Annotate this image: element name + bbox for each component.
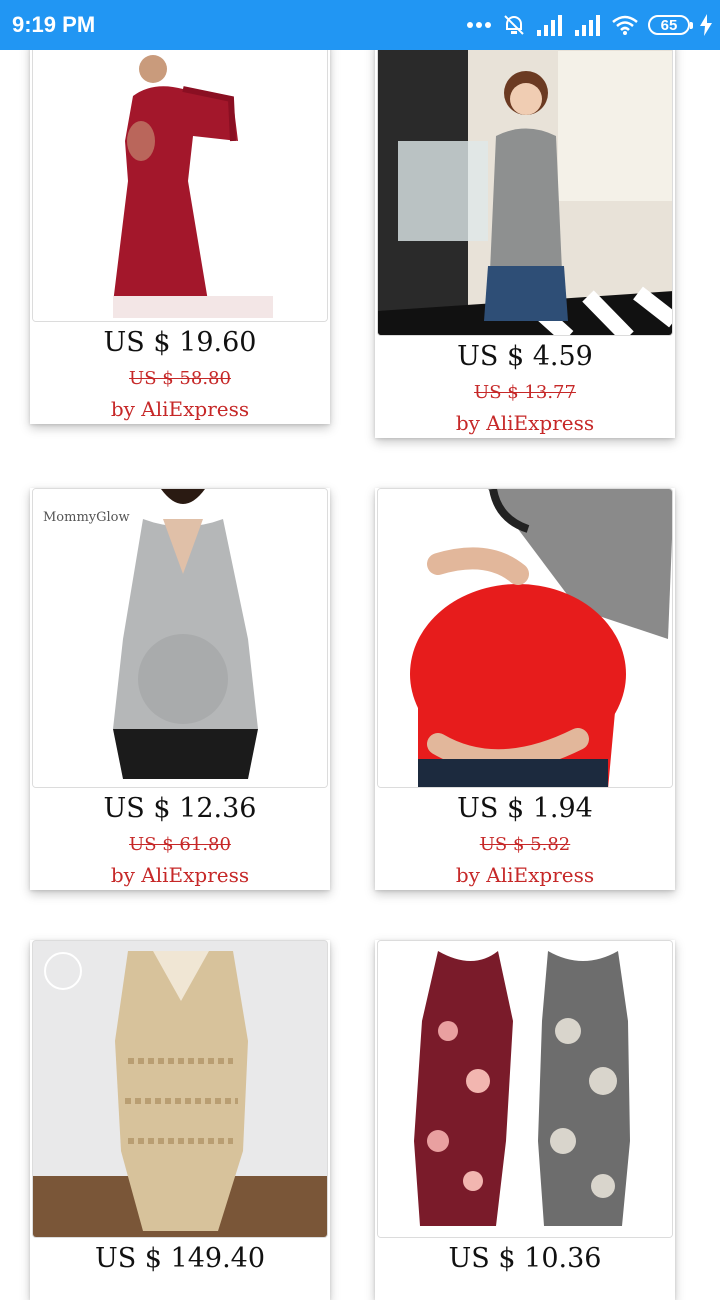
product-seller: by AliExpress [455,863,595,887]
product-image[interactable] [377,940,673,1238]
product-card[interactable]: MommyGlow US $ 12.36 US $ 61.80 by AliEx… [30,488,330,890]
alarm-off-icon [504,15,524,35]
product-card[interactable]: US $ 4.59 US $ 13.77 by AliExpress [375,40,675,438]
product-seller: by AliExpress [110,863,250,887]
product-image[interactable] [377,40,673,336]
battery-indicator: 65 [648,15,693,35]
signal-icon-2 [575,15,600,36]
more-dots-icon [467,22,491,28]
product-grid: US $ 19.60 US $ 58.80 by AliExpress US $… [0,0,720,1300]
battery-level: 65 [660,16,678,34]
product-seller: by AliExpress [110,397,250,421]
product-price: US $ 10.36 [448,1243,602,1274]
product-original-price: US $ 58.80 [129,368,231,389]
product-image[interactable] [32,940,328,1238]
charging-icon [700,14,712,36]
product-price: US $ 149.40 [94,1243,266,1274]
signal-icon [537,15,562,36]
product-price: US $ 1.94 [457,793,593,824]
brand-watermark: MommyGlow [43,510,130,525]
product-seller: by AliExpress [455,411,595,435]
product-image[interactable] [377,488,673,788]
product-price: US $ 4.59 [457,341,593,372]
status-time: 9:19 PM [12,12,96,37]
product-card[interactable]: US $ 149.40 [30,940,330,1300]
product-image[interactable]: MommyGlow [32,488,328,788]
product-image[interactable] [32,40,328,322]
product-original-price: US $ 61.80 [129,834,231,855]
status-icons: 65 [466,12,712,38]
product-price: US $ 19.60 [103,327,257,358]
product-original-price: US $ 5.82 [479,834,571,855]
wifi-icon [612,15,638,35]
status-bar: 9:19 PM 65 [0,0,720,50]
product-card[interactable]: US $ 10.36 [375,940,675,1300]
product-price: US $ 12.36 [103,793,257,824]
product-card[interactable]: US $ 19.60 US $ 58.80 by AliExpress [30,40,330,424]
product-original-price: US $ 13.77 [474,382,576,403]
product-card[interactable]: US $ 1.94 US $ 5.82 by AliExpress [375,488,675,890]
